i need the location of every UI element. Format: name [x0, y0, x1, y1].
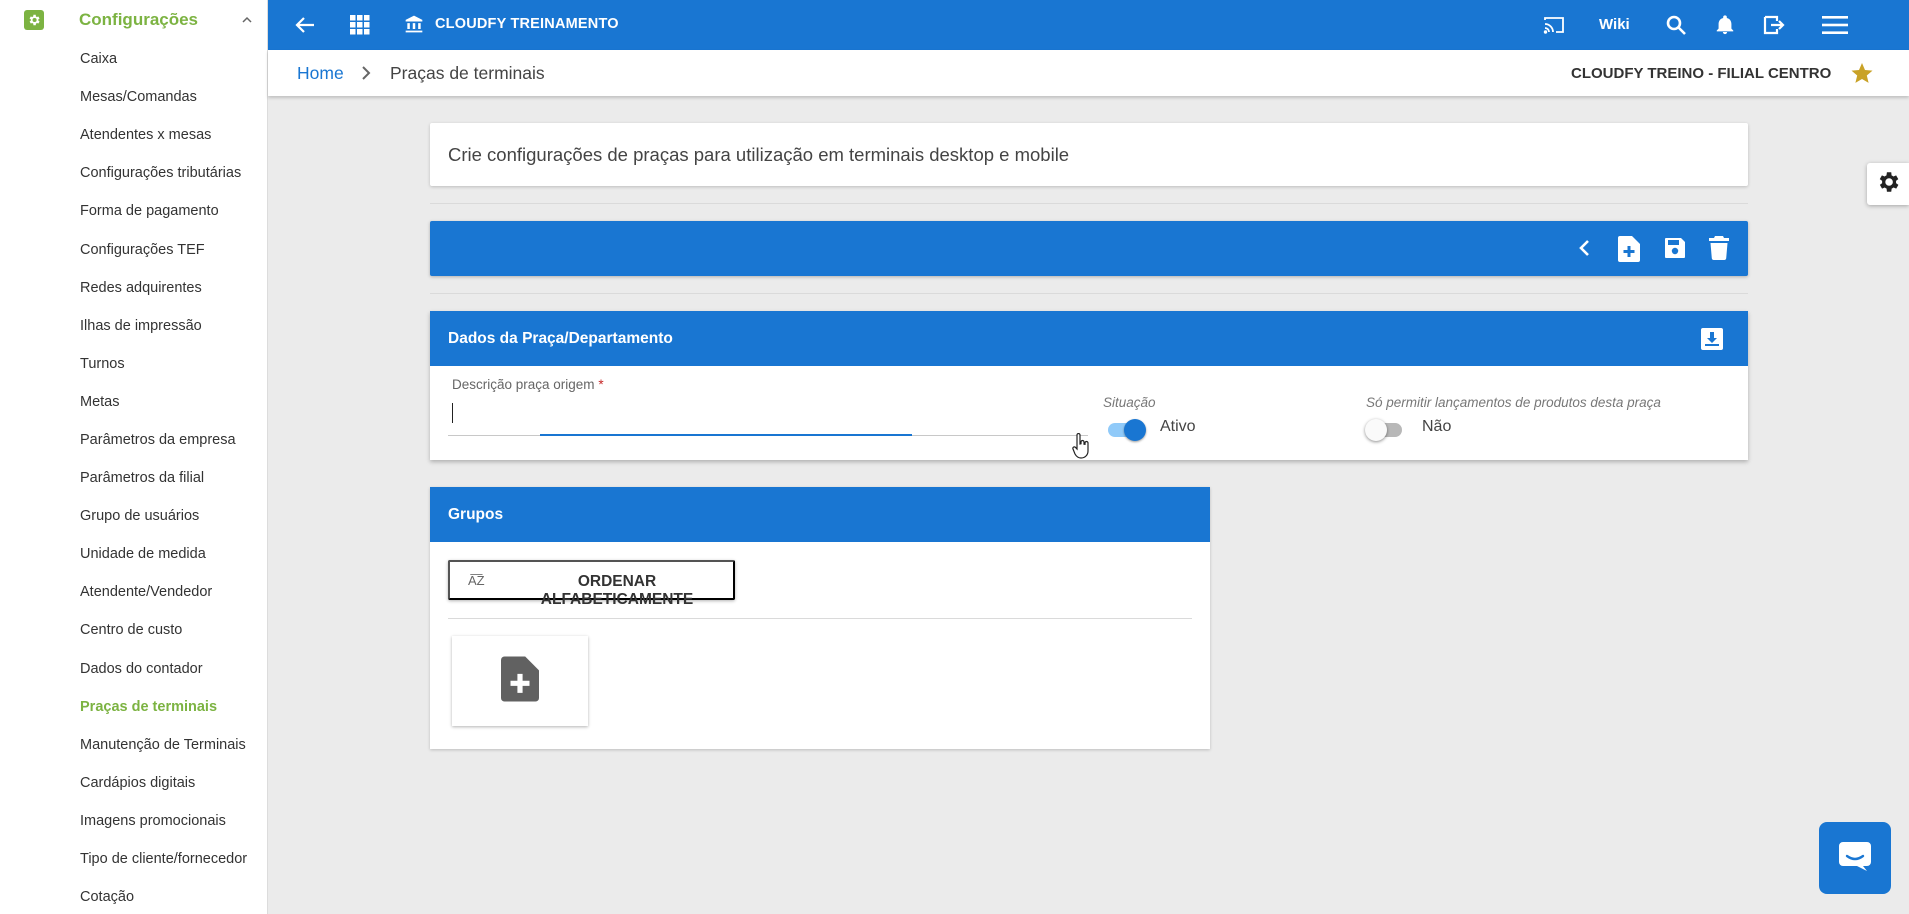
chat-bubble-icon [1837, 840, 1873, 877]
sidebar-item[interactable]: Mesas/Comandas [0, 78, 267, 116]
trash-icon[interactable] [1708, 236, 1730, 265]
chevron-left-icon[interactable] [1573, 236, 1597, 265]
breadcrumb-current: Praças de terminais [390, 63, 545, 83]
sidebar-item[interactable]: Caixa [0, 40, 267, 78]
collapse-panel-icon[interactable] [1701, 328, 1723, 355]
situacao-label: Situação [1103, 395, 1156, 410]
new-document-icon[interactable] [1618, 236, 1640, 267]
info-card: Crie configurações de praças para utiliz… [430, 123, 1748, 186]
chat-button[interactable] [1819, 822, 1891, 894]
sidebar: Configurações Caixa Mesas/Comandas Atenden… [0, 0, 268, 914]
sidebar-item[interactable]: Parâmetros da empresa [0, 421, 267, 459]
grupos-panel-title: Grupos [448, 506, 504, 523]
grupos-panel-header: Grupos [430, 487, 1210, 542]
gear-icon [24, 10, 44, 30]
sort-az-icon: A͞Z [468, 573, 485, 588]
company-name: CLOUDFY TREINAMENTO [435, 16, 619, 32]
save-icon[interactable] [1663, 236, 1687, 265]
sidebar-item[interactable]: Tipo de cliente/fornecedor [0, 840, 267, 878]
sidebar-item[interactable]: Forma de pagamento [0, 192, 267, 230]
arrow-back-icon[interactable] [292, 13, 318, 37]
actions-toolbar [430, 221, 1748, 276]
description-label: Descrição praça origem * [452, 377, 604, 392]
sort-button-label: ORDENAR ALFABETICAMENTE [540, 573, 694, 608]
search-icon[interactable] [1664, 13, 1688, 37]
sidebar-item[interactable]: Imagens promocionais [0, 802, 267, 840]
dados-panel-header: Dados da Praça/Departamento [430, 311, 1748, 366]
sidebar-item[interactable]: Metas [0, 383, 267, 421]
breadcrumb: Home Praças de terminais CLOUDFY TREINO … [268, 50, 1909, 96]
sidebar-item[interactable]: Parâmetros da filial [0, 459, 267, 497]
menu-icon[interactable] [1822, 15, 1848, 35]
description-input[interactable] [448, 396, 1088, 426]
sidebar-item[interactable]: Configurações TEF [0, 230, 267, 268]
new-document-icon [501, 655, 539, 708]
wiki-link[interactable]: Wiki [1599, 16, 1630, 33]
sidebar-item[interactable]: Unidade de medida [0, 535, 267, 573]
add-group-button[interactable] [452, 636, 588, 726]
divider [448, 618, 1192, 619]
sidebar-item[interactable]: Redes adquirentes [0, 269, 267, 307]
required-mark: * [598, 377, 604, 392]
grupos-panel: Grupos A͞Z ORDENAR ALFABETICAMENTE [430, 487, 1210, 749]
chevron-up-icon[interactable] [241, 13, 253, 31]
only-products-value: Não [1422, 418, 1452, 435]
star-icon[interactable] [1850, 61, 1874, 90]
settings-gear-button[interactable] [1867, 163, 1909, 205]
info-text: Crie configurações de praças para utiliz… [448, 144, 1070, 165]
sidebar-item[interactable]: Dados do contador [0, 650, 267, 688]
situacao-value: Ativo [1160, 418, 1196, 435]
top-bar: CLOUDFY TREINAMENTO Wiki [268, 0, 1909, 50]
chevron-right-icon [360, 65, 372, 86]
divider [430, 293, 1748, 294]
breadcrumb-home[interactable]: Home [297, 63, 344, 84]
sidebar-item[interactable]: Atendente/Vendedor [0, 573, 267, 611]
sidebar-item[interactable]: Atendentes x mesas [0, 116, 267, 154]
sidebar-item[interactable]: Manutenção de Terminais [0, 726, 267, 764]
dados-panel-title: Dados da Praça/Departamento [448, 330, 673, 347]
sidebar-item[interactable]: Turnos [0, 345, 267, 383]
branch-name[interactable]: CLOUDFY TREINO - FILIAL CENTRO [1571, 65, 1831, 82]
sidebar-menu: Caixa Mesas/Comandas Atendentes x mesas Con… [0, 40, 267, 914]
situacao-toggle[interactable] [1105, 417, 1147, 441]
sidebar-item[interactable]: Grupo de usuários [0, 497, 267, 535]
sidebar-item[interactable]: Centro de custo [0, 611, 267, 649]
sidebar-item[interactable]: Cardápios digitais [0, 764, 267, 802]
sidebar-item[interactable]: Praças de terminais [0, 688, 267, 726]
hand-cursor-icon [1071, 432, 1091, 464]
cast-icon[interactable] [1540, 13, 1568, 37]
only-products-toggle[interactable] [1365, 417, 1407, 441]
sidebar-item[interactable]: Cotação [0, 878, 267, 914]
sidebar-section-configuracoes[interactable]: Configurações [0, 0, 267, 40]
bell-icon[interactable] [1714, 13, 1736, 37]
bank-icon [404, 14, 424, 34]
sort-alphabetically-button[interactable]: A͞Z ORDENAR ALFABETICAMENTE [448, 560, 735, 608]
apps-grid-icon[interactable] [350, 15, 370, 35]
sidebar-section-title: Configurações [79, 10, 199, 29]
text-caret [452, 403, 453, 423]
sidebar-item[interactable]: Configurações tributárias [0, 154, 267, 192]
input-focus-underline [540, 434, 912, 436]
exit-icon[interactable] [1762, 13, 1786, 37]
gear-icon [1875, 169, 1901, 200]
sidebar-item[interactable]: Ilhas de impressão [0, 307, 267, 345]
only-products-label: Só permitir lançamentos de produtos dest… [1366, 395, 1661, 410]
divider [430, 203, 1748, 204]
